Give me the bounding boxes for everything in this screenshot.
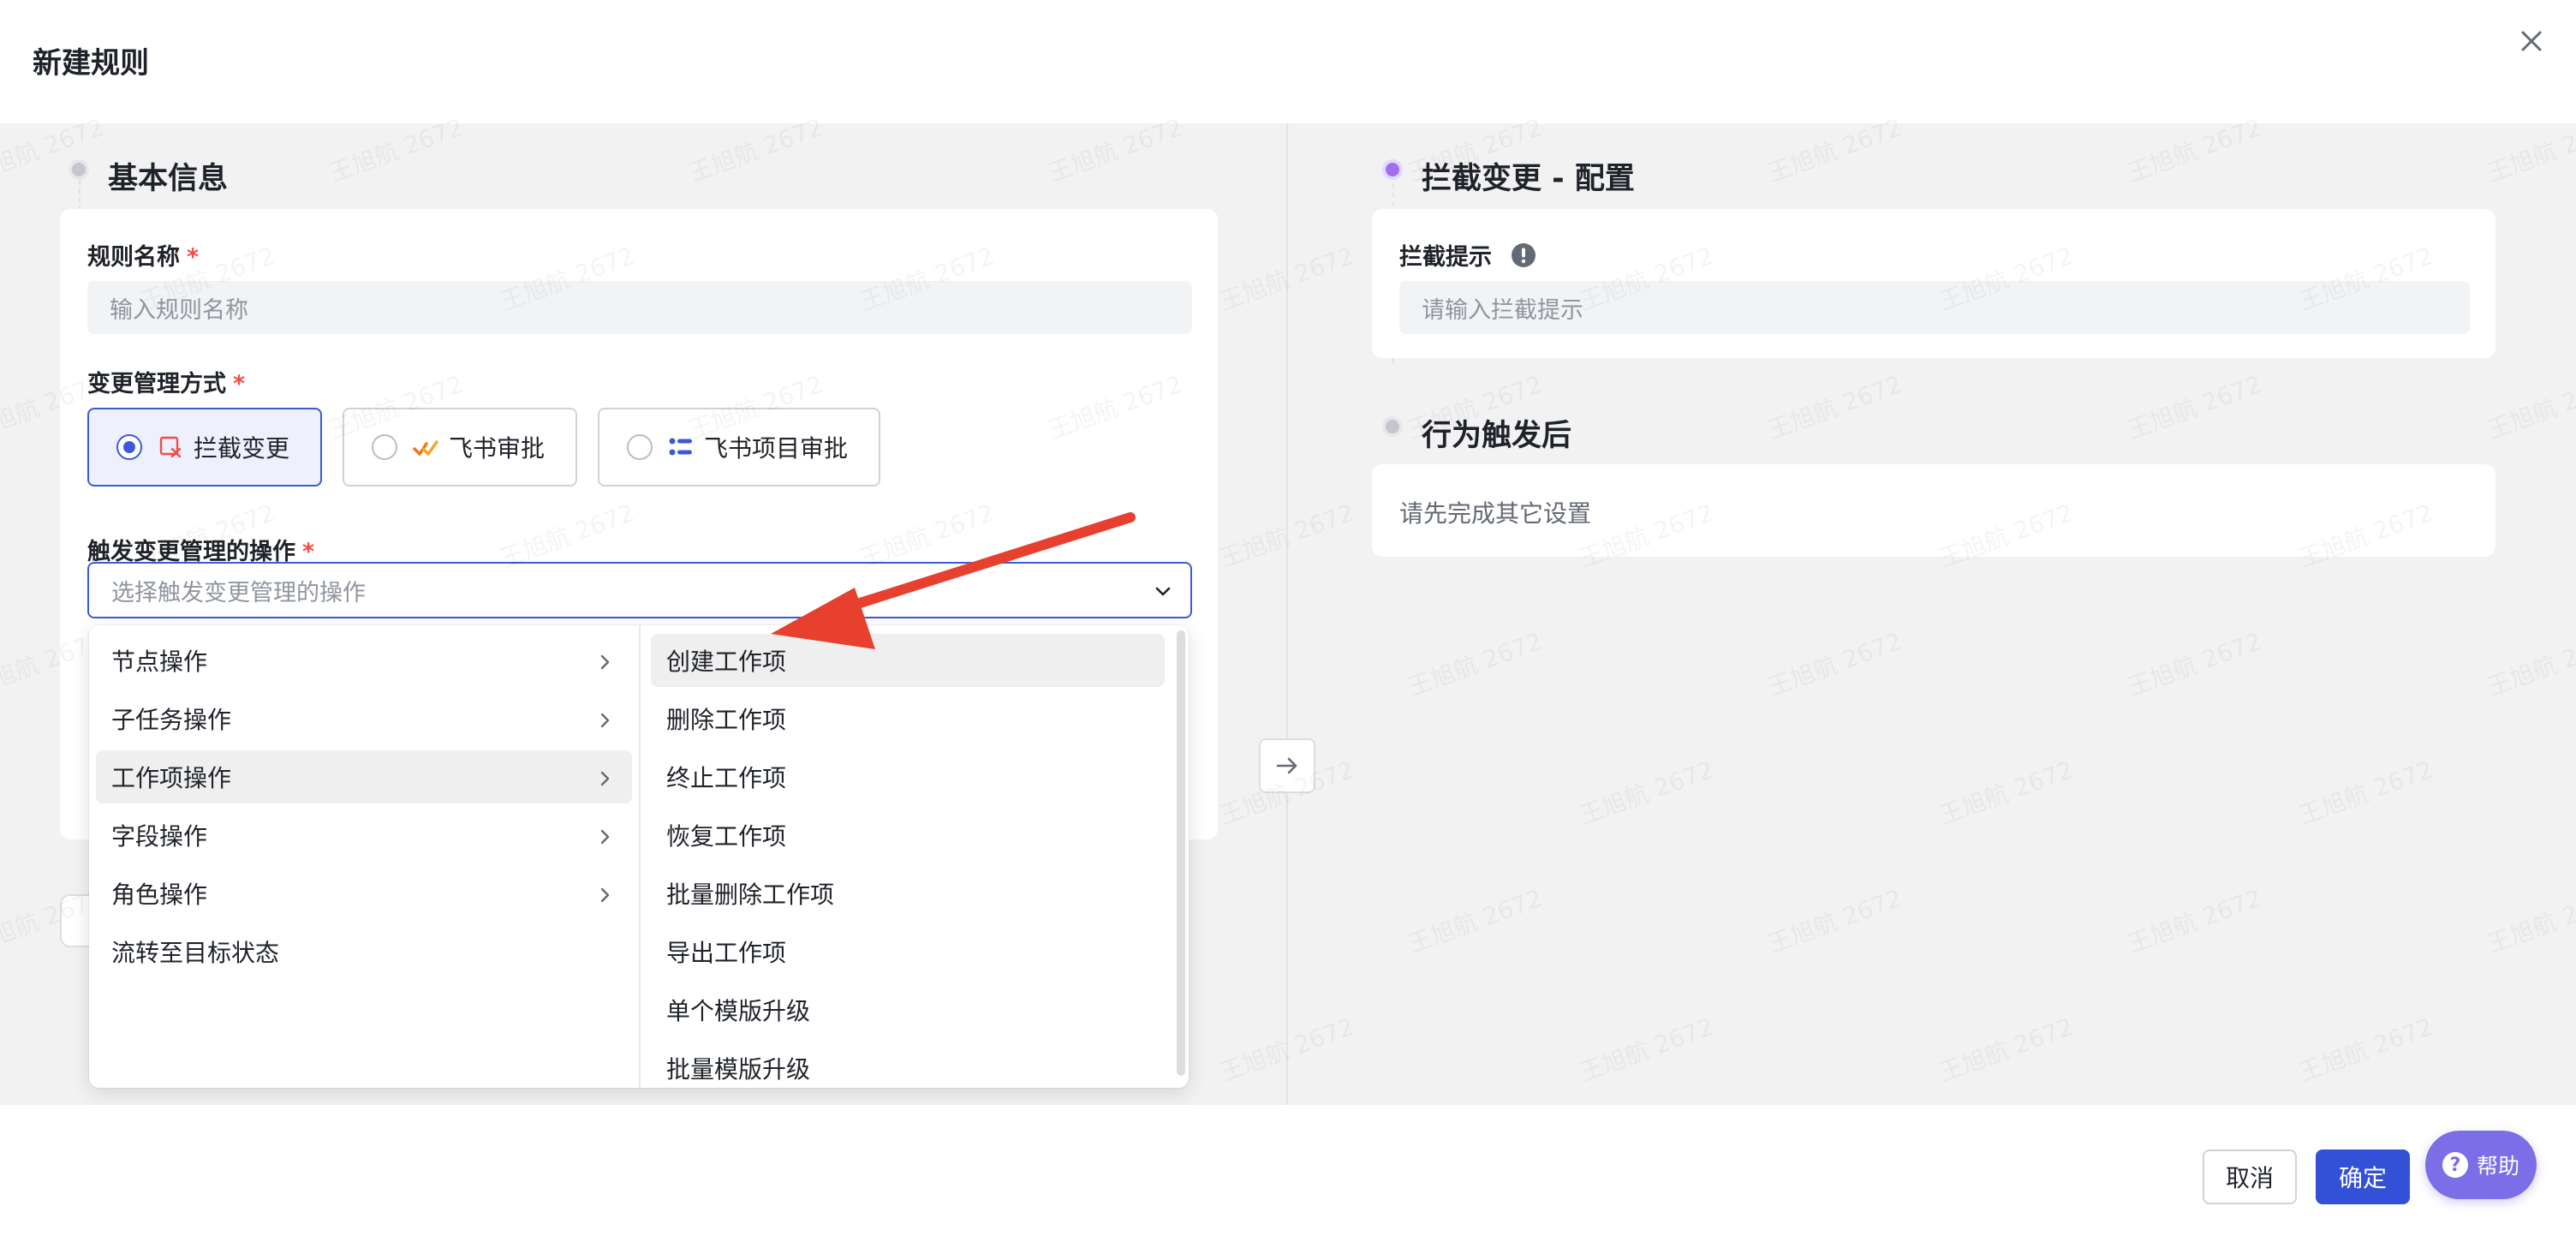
chevron-right-icon [594, 650, 615, 671]
mode-option-intercept[interactable]: 拦截变更 [87, 408, 322, 487]
chevron-right-icon [594, 708, 615, 729]
watermark-text: 王旭航 2672 [2122, 366, 2266, 446]
pending-text: 请先完成其它设置 [1399, 499, 1592, 528]
cancel-button[interactable]: 取消 [2203, 1149, 2297, 1204]
watermark-text: 王旭航 2672 [1574, 1008, 1718, 1089]
chevron-right-icon [594, 825, 615, 845]
watermark-text: 王旭航 2672 [1574, 751, 1718, 832]
section-dot-active [1382, 159, 1403, 180]
after-trigger-card: 请先完成其它设置 [1372, 464, 2496, 557]
mode-label: 变更管理方式 * [87, 371, 246, 397]
section-title-intercept-config: 拦截变更 - 配置 [1422, 162, 1635, 196]
modal-title: 新建规则 [33, 46, 149, 81]
section-dot [69, 159, 89, 180]
category-item-node[interactable]: 节点操作 [96, 634, 632, 687]
watermark-text: 王旭航 2672 [2482, 366, 2576, 446]
modal-footer: 取消 确定 ? 帮助 [0, 1105, 2576, 1242]
chevron-right-icon [594, 767, 615, 787]
watermark-text: 王旭航 2672 [1934, 751, 2078, 832]
rule-name-input[interactable]: 输入规则名称 [87, 281, 1192, 334]
arrow-right-icon [1276, 757, 1297, 774]
action-item[interactable]: 批量删除工作项 [651, 867, 1165, 920]
action-list: 创建工作项 删除工作项 终止工作项 恢复工作项 批量删除工作项 导出工作项 单个… [641, 625, 1189, 1088]
action-item[interactable]: 单个模版升级 [651, 983, 1165, 1036]
feishu-project-approval-icon [668, 434, 694, 460]
intercept-tip-input[interactable]: 请输入拦截提示 [1399, 281, 2470, 334]
watermark-text: 王旭航 2672 [2293, 1008, 2437, 1089]
action-item[interactable]: 批量模版升级 [651, 1042, 1165, 1088]
dropdown-scrollbar[interactable] [1177, 630, 1185, 1076]
category-item-role[interactable]: 角色操作 [96, 867, 632, 920]
action-item[interactable]: 终止工作项 [651, 750, 1165, 803]
watermark-text: 王旭航 2672 [2122, 880, 2266, 960]
action-item[interactable]: 恢复工作项 [651, 809, 1165, 862]
section-dot [1382, 416, 1403, 437]
confirm-button[interactable]: 确定 [2316, 1149, 2410, 1204]
watermark-text: 王旭航 2672 [1403, 623, 1547, 703]
category-item-transition[interactable]: 流转至目标状态 [96, 925, 632, 978]
category-item-workitem[interactable]: 工作项操作 [96, 750, 632, 803]
rule-name-label: 规则名称 * [87, 244, 200, 271]
action-item[interactable]: 导出工作项 [651, 925, 1165, 978]
watermark-text: 王旭航 2672 [1762, 366, 1906, 446]
radio-unselected-icon [372, 434, 397, 460]
watermark-text: 王旭航 2672 [2482, 623, 2576, 703]
watermark-text: 王旭航 2672 [1403, 880, 1547, 960]
watermark-text: 王旭航 2672 [2293, 751, 2437, 832]
section-title-after-trigger: 行为触发后 [1422, 419, 1572, 453]
watermark-text: 王旭航 2672 [2122, 623, 2266, 703]
info-icon[interactable] [1511, 242, 1536, 268]
feishu-approval-icon [413, 434, 438, 460]
watermark-text: 王旭航 2672 [1762, 880, 1906, 960]
help-button[interactable]: ? 帮助 [2425, 1131, 2537, 1199]
radio-unselected-icon [627, 434, 653, 460]
action-item[interactable]: 删除工作项 [651, 692, 1165, 745]
trigger-select[interactable]: 选择触发变更管理的操作 [87, 562, 1192, 618]
watermark-text: 王旭航 2672 [1762, 623, 1906, 703]
watermark-text: 王旭航 2672 [1934, 1008, 2078, 1089]
category-item-subtask[interactable]: 子任务操作 [96, 692, 632, 745]
cascader-dropdown: 节点操作 子任务操作 工作项操作 字段操作 角色操作 流转至目标状态 创建工作项… [89, 625, 1189, 1088]
close-icon[interactable] [2513, 22, 2550, 60]
flow-arrow-button[interactable] [1259, 738, 1315, 793]
radio-selected-icon [116, 434, 142, 460]
section-title-basic-info: 基本信息 [108, 162, 229, 196]
intercept-icon [158, 434, 183, 460]
watermark-text: 王旭航 2672 [2482, 880, 2576, 960]
category-item-field[interactable]: 字段操作 [96, 809, 632, 862]
scrollbar-thumb[interactable] [1177, 630, 1185, 1076]
mode-option-feishu-approval[interactable]: 飞书审批 [343, 408, 577, 487]
modal-header: 新建规则 [0, 0, 2576, 123]
action-item[interactable]: 创建工作项 [651, 634, 1165, 687]
intercept-config-card: 拦截提示 请输入拦截提示 [1372, 209, 2496, 358]
mode-option-feishu-project-approval[interactable]: 飞书项目审批 [598, 408, 880, 487]
chevron-down-icon [1151, 579, 1175, 603]
question-icon: ? [2442, 1152, 2468, 1178]
column-divider [1286, 123, 1288, 1105]
chevron-right-icon [594, 883, 615, 904]
category-list: 节点操作 子任务操作 工作项操作 字段操作 角色操作 流转至目标状态 [89, 625, 639, 1088]
tip-label: 拦截提示 [1399, 238, 1536, 272]
